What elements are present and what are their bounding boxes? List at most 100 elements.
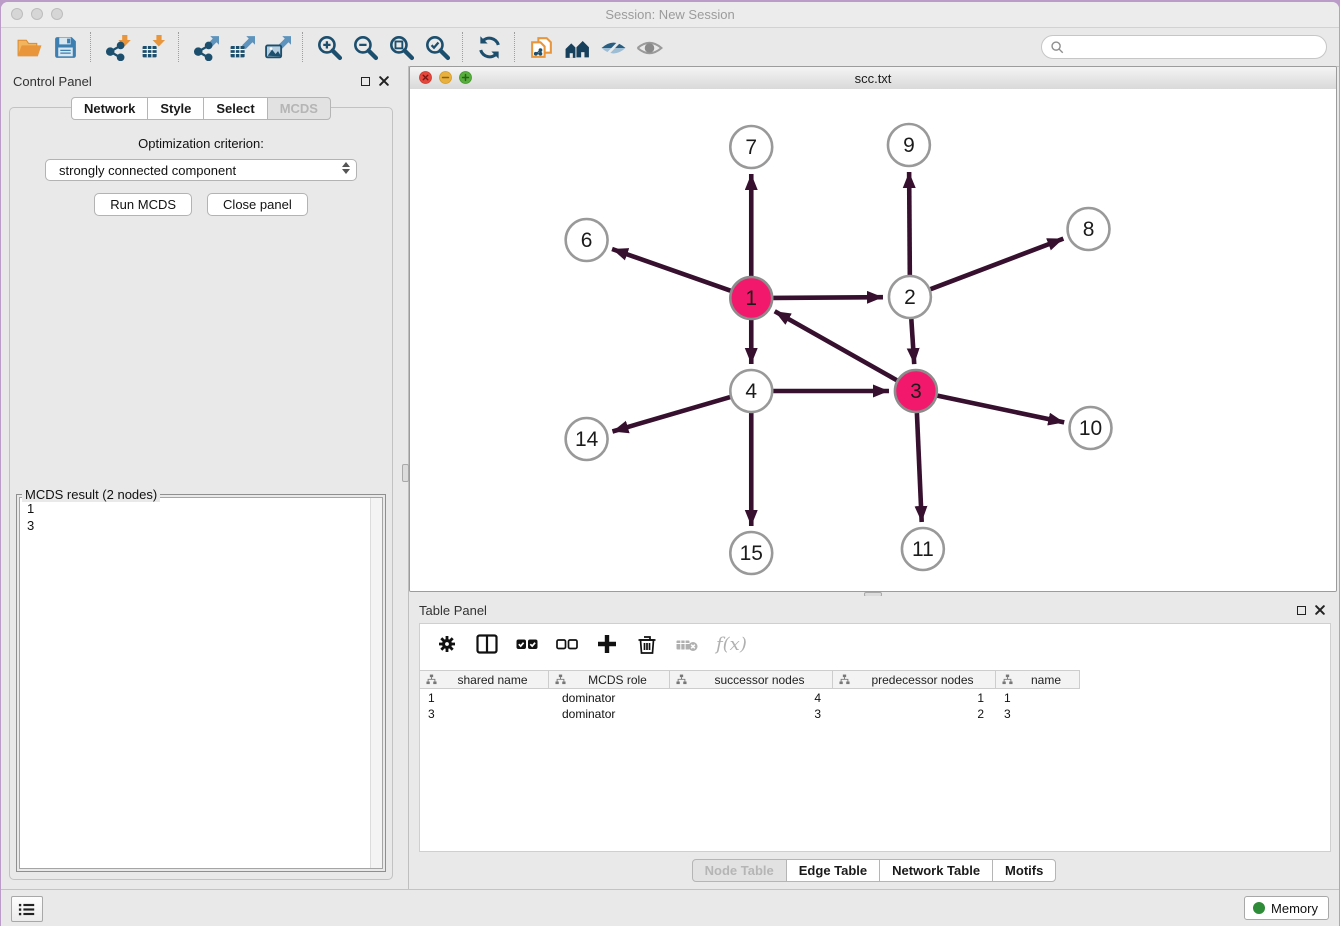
edge-3-10[interactable]: [937, 396, 1064, 423]
table-toolbar: f(x): [420, 624, 1330, 664]
columns-icon[interactable]: [474, 631, 500, 657]
import-table-icon[interactable]: [135, 31, 171, 63]
add-icon[interactable]: [594, 631, 620, 657]
table-cell[interactable]: 4: [670, 691, 833, 705]
mcds-result-box: MCDS result (2 nodes) 1 3: [16, 494, 386, 872]
tab-node-table[interactable]: Node Table: [692, 859, 787, 882]
home-icon[interactable]: [559, 31, 595, 63]
mcds-result-text[interactable]: 1 3: [19, 497, 383, 869]
eye-icon[interactable]: [631, 31, 667, 63]
table-row[interactable]: 1dominator411: [420, 690, 1330, 706]
zoom-window-button[interactable]: [51, 8, 63, 20]
close-panel-button[interactable]: Close panel: [207, 193, 308, 216]
column-header-successor-nodes[interactable]: successor nodes: [670, 671, 833, 688]
mcds-panel: Optimization criterion: strongly connect…: [9, 107, 393, 880]
table-cell[interactable]: dominator: [549, 691, 670, 705]
deselect-all-icon[interactable]: [554, 631, 580, 657]
node-11[interactable]: 11: [902, 528, 944, 570]
gear-icon[interactable]: [434, 631, 460, 657]
zoom-selected-icon[interactable]: [419, 31, 455, 63]
node-15[interactable]: 15: [730, 532, 772, 574]
tab-mcds[interactable]: MCDS: [267, 97, 331, 120]
column-header-name[interactable]: name: [996, 671, 1080, 688]
edge-4-14[interactable]: [612, 397, 730, 431]
export-image-icon[interactable]: [259, 31, 295, 63]
network-canvas[interactable]: 7 9 6 8 1 2 4 3 14 10 15 11: [410, 89, 1336, 591]
table-cell[interactable]: 1: [833, 691, 996, 705]
memory-button[interactable]: Memory: [1244, 896, 1329, 920]
table-header-row: shared nameMCDS rolesuccessor nodesprede…: [420, 670, 1080, 689]
edge-3-1[interactable]: [775, 311, 897, 380]
minimize-view-button[interactable]: [439, 71, 452, 84]
result-scrollbar[interactable]: [370, 498, 382, 868]
save-session-icon[interactable]: [47, 31, 83, 63]
close-panel-icon[interactable]: [379, 76, 389, 86]
column-header-shared-name[interactable]: shared name: [420, 671, 549, 688]
vertical-splitter[interactable]: [401, 66, 409, 889]
export-network-icon[interactable]: [187, 31, 223, 63]
column-header-predecessor-nodes[interactable]: predecessor nodes: [833, 671, 996, 688]
table-cell[interactable]: 2: [833, 707, 996, 721]
node-14[interactable]: 14: [566, 418, 608, 460]
search-box[interactable]: [1041, 35, 1327, 59]
zoom-out-icon[interactable]: [347, 31, 383, 63]
criterion-dropdown[interactable]: strongly connected component: [45, 159, 357, 181]
close-window-button[interactable]: [11, 8, 23, 20]
right-area: scc.txt 7968124314101511 Table Panel f(x…: [409, 66, 1339, 889]
table-cell[interactable]: 3: [996, 707, 1080, 721]
node-1[interactable]: 1: [730, 277, 772, 319]
cyndex-icon[interactable]: [523, 31, 559, 63]
refresh-view-icon[interactable]: [471, 31, 507, 63]
close-view-button[interactable]: [419, 71, 432, 84]
edge-2-8[interactable]: [930, 239, 1063, 290]
table-cell[interactable]: 1: [996, 691, 1080, 705]
select-all-icon[interactable]: [514, 631, 540, 657]
zoom-in-icon[interactable]: [311, 31, 347, 63]
import-network-icon[interactable]: [99, 31, 135, 63]
task-history-button[interactable]: [11, 896, 43, 922]
minimize-window-button[interactable]: [31, 8, 43, 20]
node-2[interactable]: 2: [889, 276, 931, 318]
control-panel: Control Panel NetworkStyleSelectMCDS Opt…: [1, 66, 401, 889]
export-table-icon[interactable]: [223, 31, 259, 63]
column-type-icon: [839, 674, 850, 685]
tab-edge-table[interactable]: Edge Table: [786, 859, 880, 882]
float-panel-icon[interactable]: [361, 77, 370, 86]
zoom-fit-icon[interactable]: [383, 31, 419, 63]
table-cell[interactable]: 3: [420, 707, 549, 721]
trash-icon[interactable]: [634, 631, 660, 657]
node-3[interactable]: 3: [895, 370, 937, 412]
float-panel-icon[interactable]: [1297, 606, 1306, 615]
tab-network-table[interactable]: Network Table: [879, 859, 993, 882]
table-cell[interactable]: 1: [420, 691, 549, 705]
edge-2-3[interactable]: [911, 319, 914, 364]
control-panel-header: Control Panel: [1, 66, 401, 94]
search-input[interactable]: [1069, 37, 1318, 57]
tab-style[interactable]: Style: [147, 97, 204, 120]
tab-select[interactable]: Select: [203, 97, 267, 120]
splitter-grip[interactable]: [402, 464, 409, 482]
run-mcds-button[interactable]: Run MCDS: [94, 193, 192, 216]
table-cell[interactable]: dominator: [549, 707, 670, 721]
node-9[interactable]: 9: [888, 124, 930, 166]
edge-3-11[interactable]: [917, 413, 922, 522]
edge-2-9[interactable]: [909, 172, 910, 275]
column-header-MCDS-role[interactable]: MCDS role: [549, 671, 670, 688]
node-7[interactable]: 7: [730, 126, 772, 168]
zoom-view-button[interactable]: [459, 71, 472, 84]
node-6[interactable]: 6: [566, 219, 608, 261]
node-10[interactable]: 10: [1070, 407, 1112, 449]
table-row[interactable]: 3dominator323: [420, 706, 1330, 722]
eye-slash-icon[interactable]: [595, 31, 631, 63]
close-panel-icon[interactable]: [1315, 605, 1325, 615]
tab-network[interactable]: Network: [71, 97, 148, 120]
node-4[interactable]: 4: [730, 370, 772, 412]
table-cell[interactable]: 3: [670, 707, 833, 721]
open-file-icon[interactable]: [11, 31, 47, 63]
tab-motifs[interactable]: Motifs: [992, 859, 1056, 882]
edge-1-6[interactable]: [612, 249, 730, 291]
node-8[interactable]: 8: [1068, 208, 1110, 250]
edge-1-2[interactable]: [773, 297, 883, 298]
network-graph[interactable]: 7 9 6 8 1 2 4 3 14 10 15 11: [410, 89, 1336, 591]
network-window-title: scc.txt: [855, 71, 892, 86]
